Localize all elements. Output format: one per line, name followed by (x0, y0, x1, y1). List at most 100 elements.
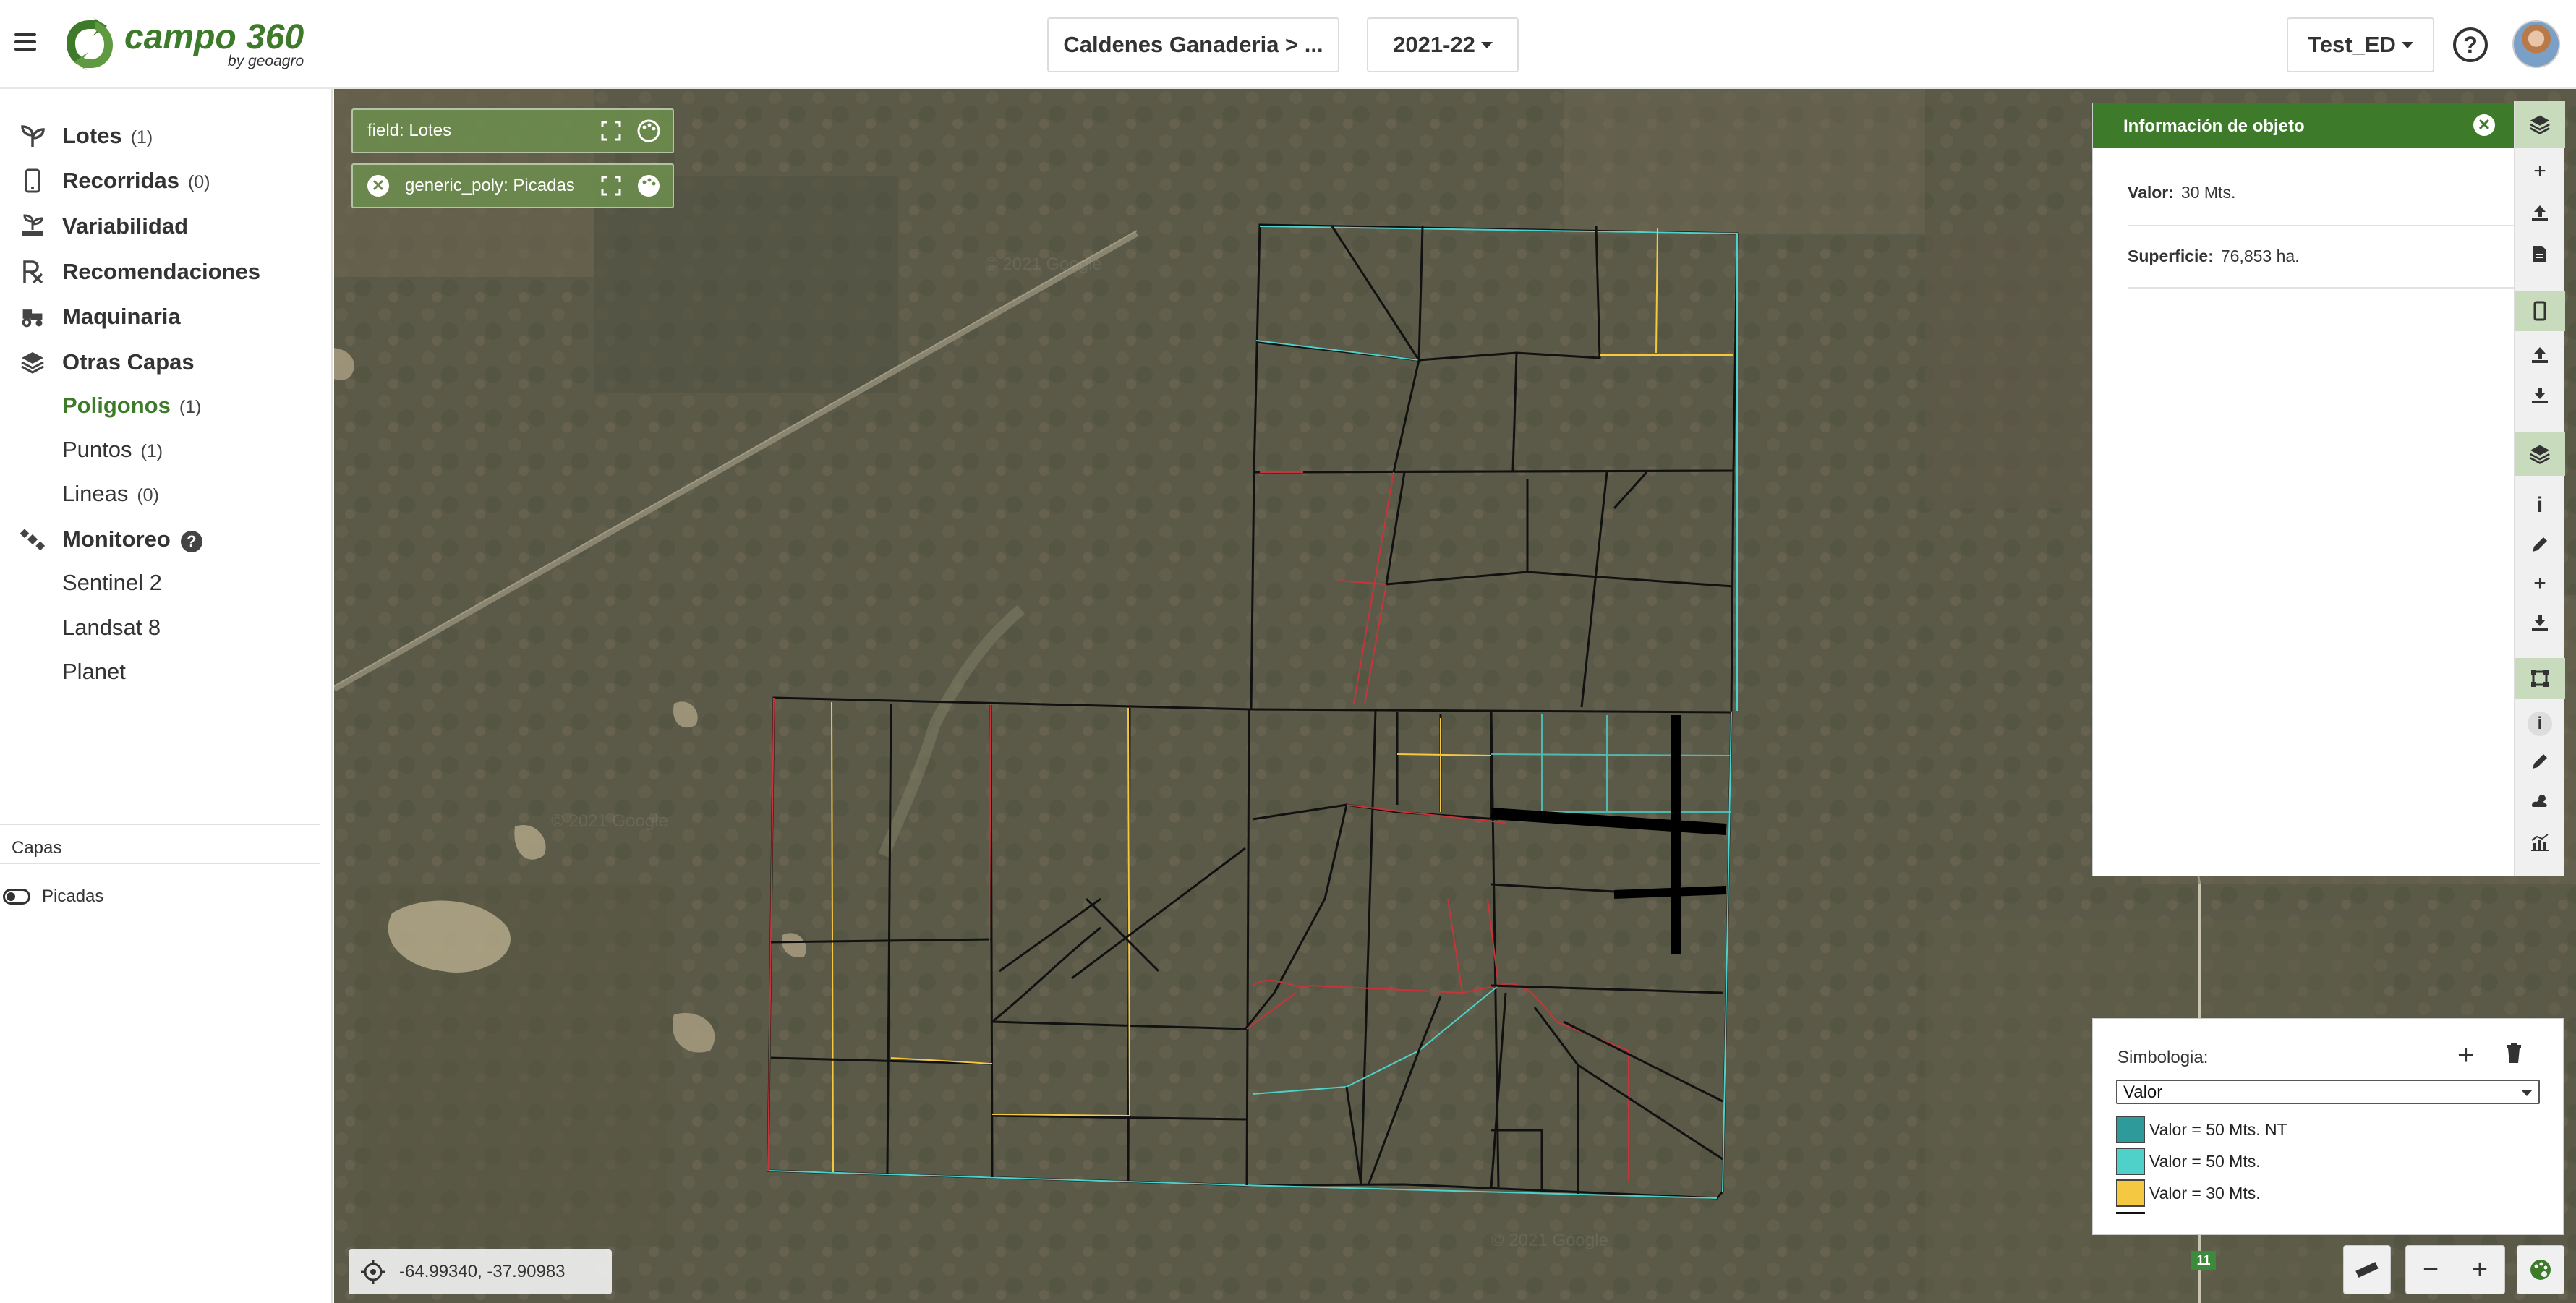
help-icon[interactable]: ? (2453, 27, 2488, 62)
download-icon[interactable] (2515, 604, 2565, 641)
palette-icon[interactable] (636, 174, 661, 198)
polygon-select-icon[interactable] (2515, 658, 2565, 699)
close-icon[interactable]: ✕ (367, 175, 389, 197)
legend-panel: Simbologia: + Valor Valor = 50 Mts. NT V… (2092, 1018, 2564, 1235)
layer-chip-label: field: Lotes (367, 121, 452, 140)
capas-layer-row[interactable]: Picadas (0, 879, 103, 915)
field-selector[interactable]: Caldenes Ganaderia > ... (1047, 17, 1339, 72)
legend-entry-label: Valor = 50 Mts. (2149, 1151, 2261, 1171)
user-avatar[interactable] (2512, 20, 2560, 68)
season-selector[interactable]: 2021-22 (1367, 17, 1519, 72)
zoom-out-button[interactable]: − (2423, 1255, 2439, 1286)
sidebar-item-label: Monitoreo (62, 526, 171, 552)
help-icon[interactable]: ? (180, 531, 202, 552)
capas-header: Capas (0, 824, 320, 864)
sidebar-item-label: Maquinaria (62, 304, 181, 329)
sidebar-item-count: (0) (137, 485, 159, 505)
layers-icon[interactable] (2515, 432, 2565, 476)
legend-title: Simbologia: (2117, 1048, 2209, 1067)
map-watermark: © 2021 Google (551, 811, 668, 831)
object-info-header: Información de objeto ✕ (2093, 103, 2563, 148)
layers-icon[interactable] (2515, 101, 2565, 148)
phone-icon[interactable] (2515, 291, 2565, 331)
sidebar-item-label: Otras Capas (62, 349, 195, 375)
coordinate-readout: -64.99340, -37.90983 (349, 1249, 612, 1294)
info-circle-icon[interactable]: i (2515, 706, 2565, 742)
sidebar-item-label: Variabilidad (62, 213, 189, 239)
info-key: Valor: (2128, 183, 2174, 202)
prescription-icon (20, 260, 45, 284)
layer-chip-label: generic_poly: Picadas (405, 176, 575, 195)
sidebar-item-count: (0) (187, 172, 210, 192)
hamburger-menu-icon[interactable] (14, 29, 36, 58)
field-selector-label: Caldenes Ganaderia > ... (1063, 32, 1323, 57)
season-selector-label: 2021-22 (1393, 32, 1475, 57)
legend-scroll-hint (2116, 1212, 2145, 1214)
legend-swatch (2116, 1148, 2145, 1175)
user-selector[interactable]: Test_ED (2287, 17, 2434, 72)
sidebar-item-label: Recorridas (62, 168, 179, 193)
trash-icon[interactable] (2505, 1042, 2522, 1064)
ruler-icon[interactable] (2343, 1245, 2391, 1294)
layers-icon (20, 350, 45, 375)
legend-entry: Valor = 50 Mts. NT (2116, 1115, 2287, 1144)
palette-icon[interactable] (2517, 1245, 2564, 1294)
sidebar-item-count: (1) (179, 397, 202, 417)
map-watermark: © 2021 Google (985, 255, 1102, 274)
legend-swatch (2116, 1116, 2145, 1143)
tractor-icon (20, 304, 45, 329)
legend-swatch (2116, 1179, 2145, 1207)
legend-select-value: Valor (2123, 1082, 2163, 1102)
satellite-icon (20, 527, 45, 552)
palette-icon[interactable] (636, 119, 661, 143)
add-icon[interactable]: + (2515, 565, 2565, 602)
info-row-valor: Valor: 30 Mts. (2128, 148, 2528, 226)
help-glyph: ? (2463, 31, 2478, 58)
capas-title: Capas (12, 838, 62, 858)
weather-icon[interactable] (2515, 784, 2565, 820)
sidebar-item-label: Poligonos (62, 393, 171, 418)
zoom-in-button[interactable]: + (2472, 1255, 2488, 1286)
coordinate-text: -64.99340, -37.90983 (399, 1262, 566, 1281)
info-value: 30 Mts. (2180, 183, 2236, 202)
add-icon[interactable]: + (2457, 1039, 2474, 1072)
pencil-icon[interactable] (2515, 526, 2565, 563)
layer-chip-picadas[interactable]: ✕ generic_poly: Picadas (351, 163, 674, 208)
fullscreen-icon[interactable] (600, 120, 622, 142)
user-selector-label: Test_ED (2308, 32, 2396, 57)
sidebar-item-label: Sentinel 2 (62, 570, 162, 595)
upload-icon[interactable] (2515, 195, 2565, 231)
close-icon[interactable]: ✕ (2473, 114, 2495, 136)
map-watermark: © 2021 Google (1491, 1231, 1608, 1250)
legend-entry: Valor = 30 Mts. (2116, 1179, 2261, 1208)
upload-icon[interactable] (2515, 337, 2565, 373)
variability-icon (20, 214, 45, 239)
legend-attribute-select[interactable]: Valor (2116, 1080, 2540, 1104)
object-info-title: Información de objeto (2123, 116, 2305, 136)
phone-icon (20, 168, 45, 193)
road-marker: 11 (2191, 1251, 2216, 1270)
sidebar-item-label: Recomendaciones (62, 259, 260, 284)
layer-chip-lotes[interactable]: field: Lotes (351, 108, 674, 153)
pencil-icon[interactable] (2515, 743, 2565, 779)
document-icon[interactable] (2515, 236, 2565, 272)
road-marker-label: 11 (2196, 1252, 2211, 1268)
legend-entry-label: Valor = 50 Mts. NT (2149, 1119, 2287, 1139)
sidebar-item-label: Lotes (62, 123, 122, 148)
top-bar: campo 360 by geoagro Caldenes Ganaderia … (0, 0, 2576, 89)
add-icon[interactable]: + (2515, 153, 2565, 189)
campo360-logo-icon (67, 17, 113, 71)
download-icon[interactable] (2515, 377, 2565, 414)
info-icon[interactable]: i (2515, 487, 2565, 524)
fullscreen-icon[interactable] (600, 175, 622, 197)
logo-main-text: campo 360 (124, 17, 304, 56)
sidebar-item-count: (1) (130, 127, 153, 148)
right-toolbar: + i + i (2514, 101, 2565, 876)
sprout-icon (20, 124, 45, 148)
chart-icon[interactable] (2515, 824, 2565, 860)
info-row-superficie: Superficie: 76,853 ha. (2128, 226, 2528, 289)
app-logo[interactable]: campo 360 by geoagro (62, 16, 304, 72)
layer-toggle[interactable] (3, 889, 30, 905)
sidebar-item-label: Planet (62, 659, 126, 684)
crosshair-icon[interactable] (360, 1259, 386, 1285)
